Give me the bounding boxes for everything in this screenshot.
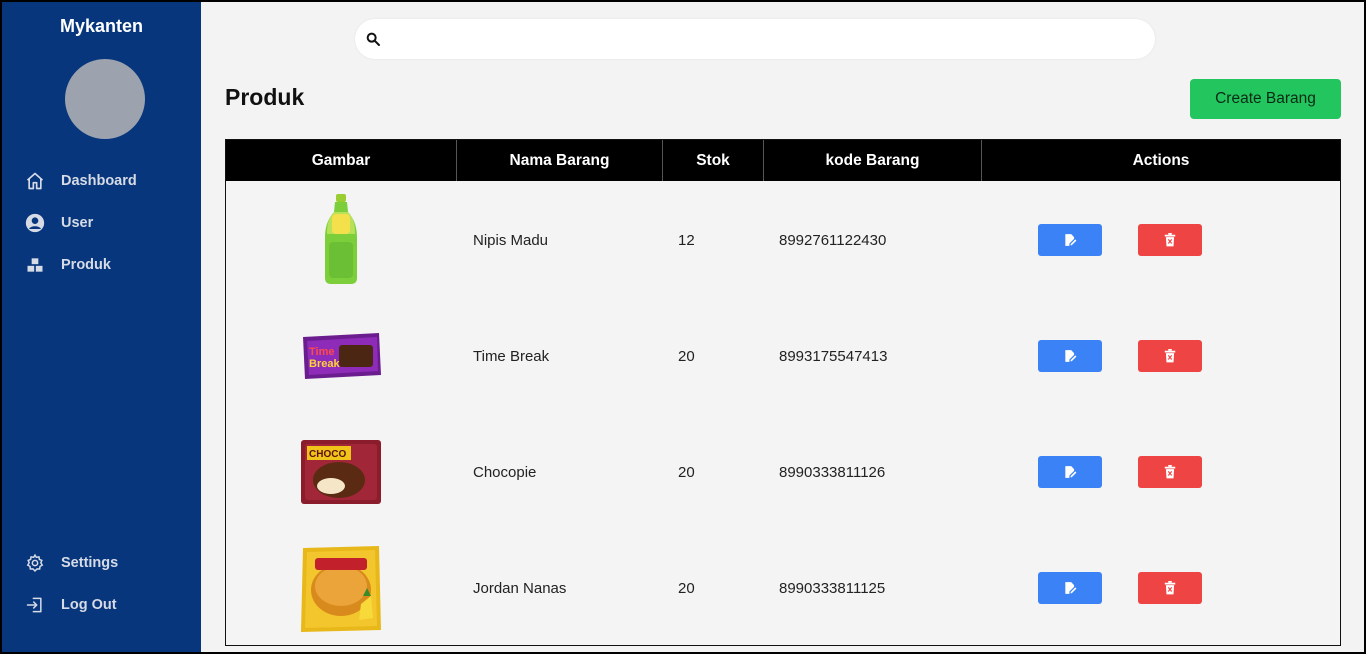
gear-icon <box>24 552 46 574</box>
header-stok: Stok <box>663 140 764 181</box>
product-stock: 12 <box>678 231 695 249</box>
product-stock: 20 <box>678 347 695 365</box>
product-name: Jordan Nanas <box>473 579 567 597</box>
sidebar-item-logout[interactable]: Log Out <box>24 593 117 617</box>
product-code: 8990333811126 <box>779 463 886 481</box>
table-header: Gambar Nama Barang Stok kode Barang Acti… <box>226 140 1340 181</box>
home-icon <box>24 170 46 192</box>
product-name: Nipis Madu <box>473 231 549 249</box>
sidebar-item-label: Log Out <box>61 597 117 613</box>
product-image-chocopie: CHOCO <box>226 414 456 530</box>
sidebar: Mykanten Dashboard User Produk Settings <box>2 2 201 652</box>
sidebar-item-settings[interactable]: Settings <box>24 551 118 575</box>
product-stock: 20 <box>678 463 695 481</box>
app-window: Mykanten Dashboard User Produk Settings <box>2 2 1364 652</box>
search-icon <box>365 31 381 47</box>
edit-icon <box>1065 350 1077 362</box>
user-circle-icon <box>24 212 46 234</box>
avatar[interactable] <box>65 59 145 139</box>
product-name: Chocopie <box>473 463 537 481</box>
sidebar-item-label: Produk <box>61 257 111 273</box>
main-content: Produk Create Barang Gambar Nama Barang … <box>201 2 1364 652</box>
edit-button[interactable] <box>1038 224 1102 256</box>
trash-icon <box>1164 465 1176 479</box>
header-gambar: Gambar <box>226 140 457 181</box>
table-row: Nipis Madu 12 8992761122430 <box>226 182 1340 298</box>
product-image-nipis-madu <box>226 182 456 298</box>
product-stock: 20 <box>678 579 695 597</box>
product-code: 8993175547413 <box>779 347 888 365</box>
page-title: Produk <box>225 84 305 110</box>
trash-icon <box>1164 233 1176 247</box>
svg-text:Break: Break <box>309 358 340 370</box>
header-nama-barang: Nama Barang <box>457 140 663 181</box>
edit-icon <box>1065 234 1077 246</box>
delete-button[interactable] <box>1138 572 1202 604</box>
sidebar-item-produk[interactable]: Produk <box>24 253 111 277</box>
product-code: 8992761122430 <box>779 231 887 249</box>
product-image-jordan-nanas <box>226 530 456 646</box>
product-name: Time Break <box>473 347 550 365</box>
sidebar-item-dashboard[interactable]: Dashboard <box>24 169 137 193</box>
sidebar-item-label: Dashboard <box>61 173 137 189</box>
edit-button[interactable] <box>1038 456 1102 488</box>
search-input[interactable] <box>389 27 1139 51</box>
table-row: Jordan Nanas 20 8990333811125 <box>226 530 1340 646</box>
svg-text:Time: Time <box>309 346 334 358</box>
product-table: Gambar Nama Barang Stok kode Barang Acti… <box>225 139 1341 646</box>
edit-icon <box>1065 466 1077 478</box>
table-row: CHOCO Chocopie 20 8990333811126 <box>226 414 1340 530</box>
boxes-icon <box>24 254 46 276</box>
edit-button[interactable] <box>1038 572 1102 604</box>
sidebar-item-user[interactable]: User <box>24 211 93 235</box>
header-kode-barang: kode Barang <box>764 140 982 181</box>
header-actions: Actions <box>1132 151 1190 169</box>
delete-button[interactable] <box>1138 340 1202 372</box>
product-image-time-break: Time Break <box>226 298 456 414</box>
create-barang-button[interactable]: Create Barang <box>1190 79 1341 119</box>
svg-text:CHOCO: CHOCO <box>309 449 346 460</box>
delete-button[interactable] <box>1138 224 1202 256</box>
sidebar-item-label: User <box>61 215 94 231</box>
table-row: Time Break Time Break 20 8993175547413 <box>226 298 1340 414</box>
edit-button[interactable] <box>1038 340 1102 372</box>
trash-icon <box>1164 581 1176 595</box>
search-bar[interactable] <box>355 19 1155 59</box>
logout-icon <box>24 594 46 616</box>
edit-icon <box>1065 582 1077 594</box>
product-code: 8990333811125 <box>779 579 886 597</box>
trash-icon <box>1164 349 1176 363</box>
brand-title: Mykanten <box>59 16 144 36</box>
delete-button[interactable] <box>1138 456 1202 488</box>
sidebar-item-label: Settings <box>61 555 119 571</box>
